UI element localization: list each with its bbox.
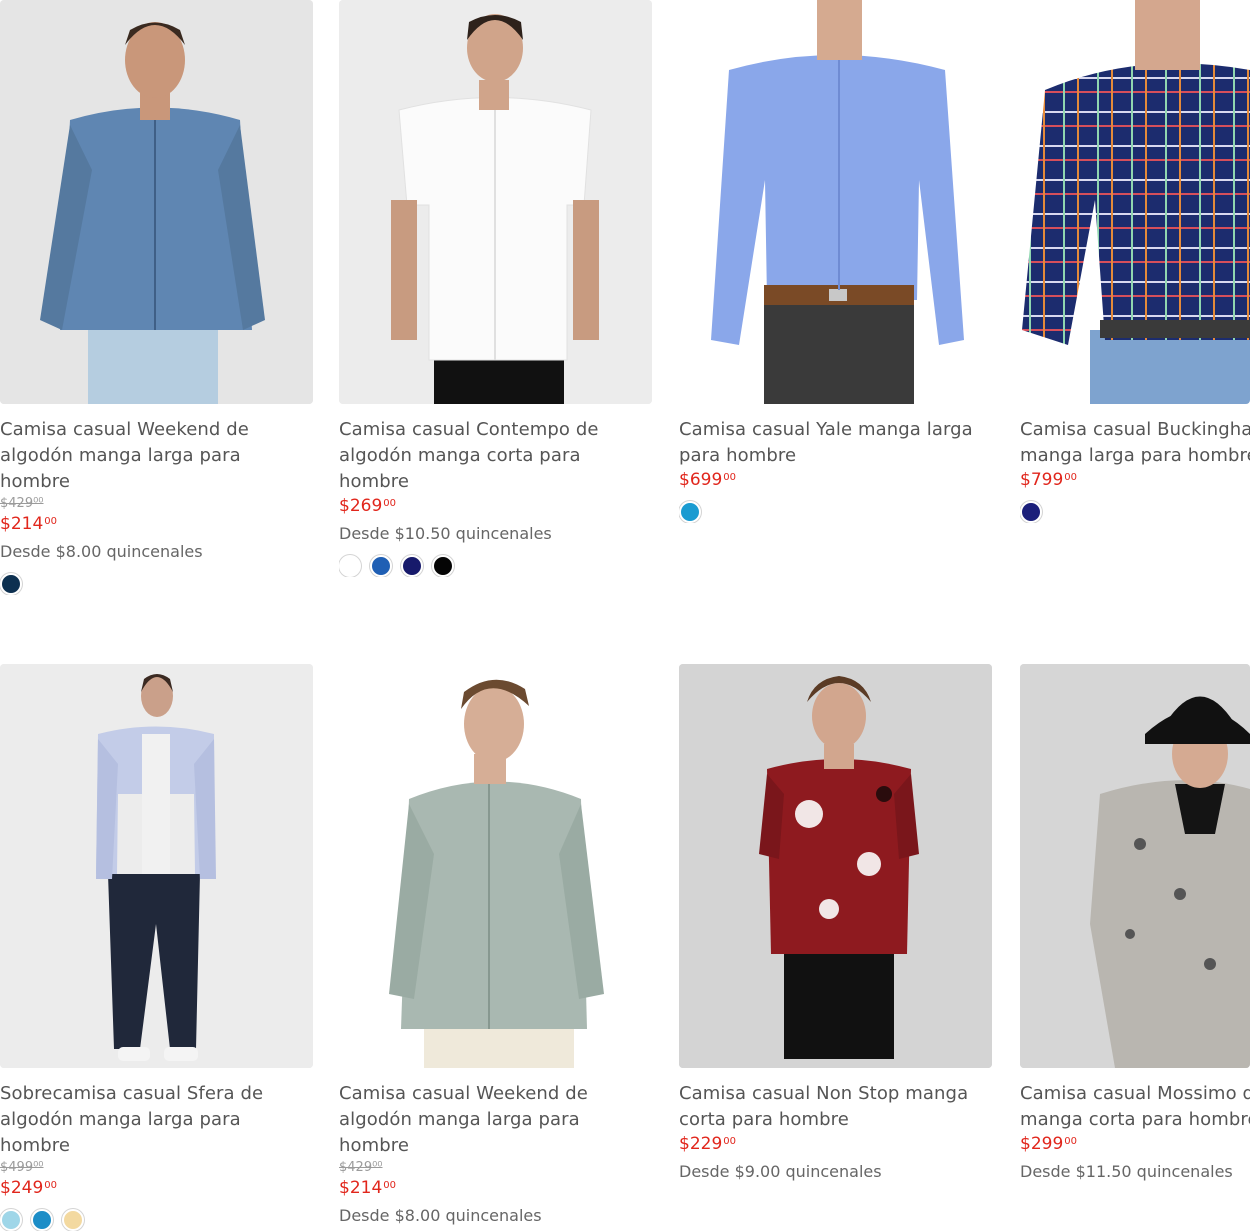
color-swatch[interactable] bbox=[339, 555, 361, 577]
product-card[interactable]: Sobrecamisa casual Sfera de algodón mang… bbox=[0, 664, 314, 1231]
color-swatch[interactable] bbox=[401, 555, 423, 577]
product-card[interactable]: Camisa casual Weekend de algodón manga l… bbox=[0, 0, 314, 595]
price-amount: $699 bbox=[679, 470, 723, 490]
sale-price: $21400 bbox=[339, 1177, 653, 1199]
product-image[interactable] bbox=[339, 0, 652, 404]
color-swatches bbox=[1020, 501, 1250, 523]
product-card[interactable]: Camisa casual Contempo de algodón manga … bbox=[339, 0, 653, 577]
product-card[interactable]: Camisa casual Weekend de algodón manga l… bbox=[339, 664, 653, 1227]
installments-text: Desde $9.00 quincenales bbox=[679, 1162, 882, 1181]
price-cents: 00 bbox=[1064, 472, 1077, 483]
color-swatch[interactable] bbox=[62, 1209, 84, 1231]
sale-price: $22900 bbox=[679, 1133, 993, 1155]
sale-price: $21400 bbox=[0, 513, 314, 535]
product-image[interactable] bbox=[679, 664, 992, 1068]
installments-text: Desde $10.50 quincenales bbox=[339, 524, 552, 543]
color-swatch[interactable] bbox=[1020, 501, 1042, 523]
product-title[interactable]: Camisa casual Mossimo de algodón manga c… bbox=[1020, 1081, 1250, 1133]
price-amount: $214 bbox=[339, 1178, 383, 1198]
product-image[interactable] bbox=[0, 0, 313, 404]
product-card[interactable]: Camisa casual Buckingham de algodón mang… bbox=[1020, 0, 1250, 523]
price-cents: 00 bbox=[383, 1180, 396, 1191]
original-price: $429⁰⁰ bbox=[0, 496, 44, 511]
sale-price: $24900 bbox=[0, 1177, 314, 1199]
price-cents: 00 bbox=[723, 1136, 736, 1147]
product-card[interactable]: Camisa casual Yale manga larga para homb… bbox=[679, 0, 993, 523]
product-card[interactable]: Camisa casual Non Stop manga corta para … bbox=[679, 664, 993, 1183]
price-cents: 00 bbox=[723, 472, 736, 483]
color-swatches bbox=[339, 555, 653, 577]
man-denim-shirt-image bbox=[0, 0, 313, 404]
man-green-print-shirt-image bbox=[339, 664, 652, 1068]
price-cents: 00 bbox=[44, 516, 57, 527]
product-card[interactable]: Camisa casual Mossimo de algodón manga c… bbox=[1020, 664, 1250, 1183]
price-cents: 00 bbox=[1064, 1136, 1077, 1147]
product-title[interactable]: Camisa casual Contempo de algodón manga … bbox=[339, 417, 653, 495]
price-cents: 00 bbox=[383, 498, 396, 509]
price-amount: $214 bbox=[0, 514, 44, 534]
sale-price: $69900 bbox=[679, 469, 993, 491]
product-title[interactable]: Camisa casual Yale manga larga para homb… bbox=[679, 417, 993, 469]
original-price: $429⁰⁰ bbox=[339, 1160, 383, 1175]
product-title[interactable]: Camisa casual Non Stop manga corta para … bbox=[679, 1081, 993, 1133]
installments-text: Desde $11.50 quincenales bbox=[1020, 1162, 1233, 1181]
color-swatches bbox=[0, 1209, 314, 1231]
price-amount: $799 bbox=[1020, 470, 1064, 490]
color-swatches bbox=[0, 573, 314, 595]
original-price: $499⁰⁰ bbox=[0, 1160, 44, 1175]
color-swatch[interactable] bbox=[432, 555, 454, 577]
man-red-print-shirt-image bbox=[679, 664, 992, 1068]
color-swatch[interactable] bbox=[370, 555, 392, 577]
product-image[interactable] bbox=[679, 0, 992, 404]
price-amount: $299 bbox=[1020, 1134, 1064, 1154]
color-swatch[interactable] bbox=[31, 1209, 53, 1231]
man-blue-shirt-image bbox=[679, 0, 992, 404]
sale-price: $79900 bbox=[1020, 469, 1250, 491]
color-swatch[interactable] bbox=[679, 501, 701, 523]
installments-text: Desde $8.00 quincenales bbox=[339, 1206, 542, 1225]
sale-price: $29900 bbox=[1020, 1133, 1250, 1155]
product-image[interactable] bbox=[1020, 664, 1250, 1068]
color-swatch[interactable] bbox=[0, 573, 22, 595]
installments-text: Desde $8.00 quincenales bbox=[0, 542, 203, 561]
product-title[interactable]: Sobrecamisa casual Sfera de algodón mang… bbox=[0, 1081, 314, 1159]
color-swatch[interactable] bbox=[0, 1209, 22, 1231]
price-cents: 00 bbox=[44, 1180, 57, 1191]
man-white-shirt-image bbox=[339, 0, 652, 404]
product-title[interactable]: Camisa casual Weekend de algodón manga l… bbox=[339, 1081, 653, 1159]
color-swatches bbox=[679, 501, 993, 523]
price-amount: $269 bbox=[339, 496, 383, 516]
product-title[interactable]: Camisa casual Weekend de algodón manga l… bbox=[0, 417, 314, 495]
man-light-blue-overshirt-image bbox=[0, 664, 313, 1068]
price-amount: $229 bbox=[679, 1134, 723, 1154]
sale-price: $26900 bbox=[339, 495, 653, 517]
price-amount: $249 bbox=[0, 1178, 44, 1198]
product-image[interactable] bbox=[0, 664, 313, 1068]
product-image[interactable] bbox=[1020, 0, 1250, 404]
product-image[interactable] bbox=[339, 664, 652, 1068]
man-bucket-hat-shirt-image bbox=[1020, 664, 1250, 1068]
man-plaid-shirt-image bbox=[1020, 0, 1250, 404]
product-title[interactable]: Camisa casual Buckingham de algodón mang… bbox=[1020, 417, 1250, 469]
